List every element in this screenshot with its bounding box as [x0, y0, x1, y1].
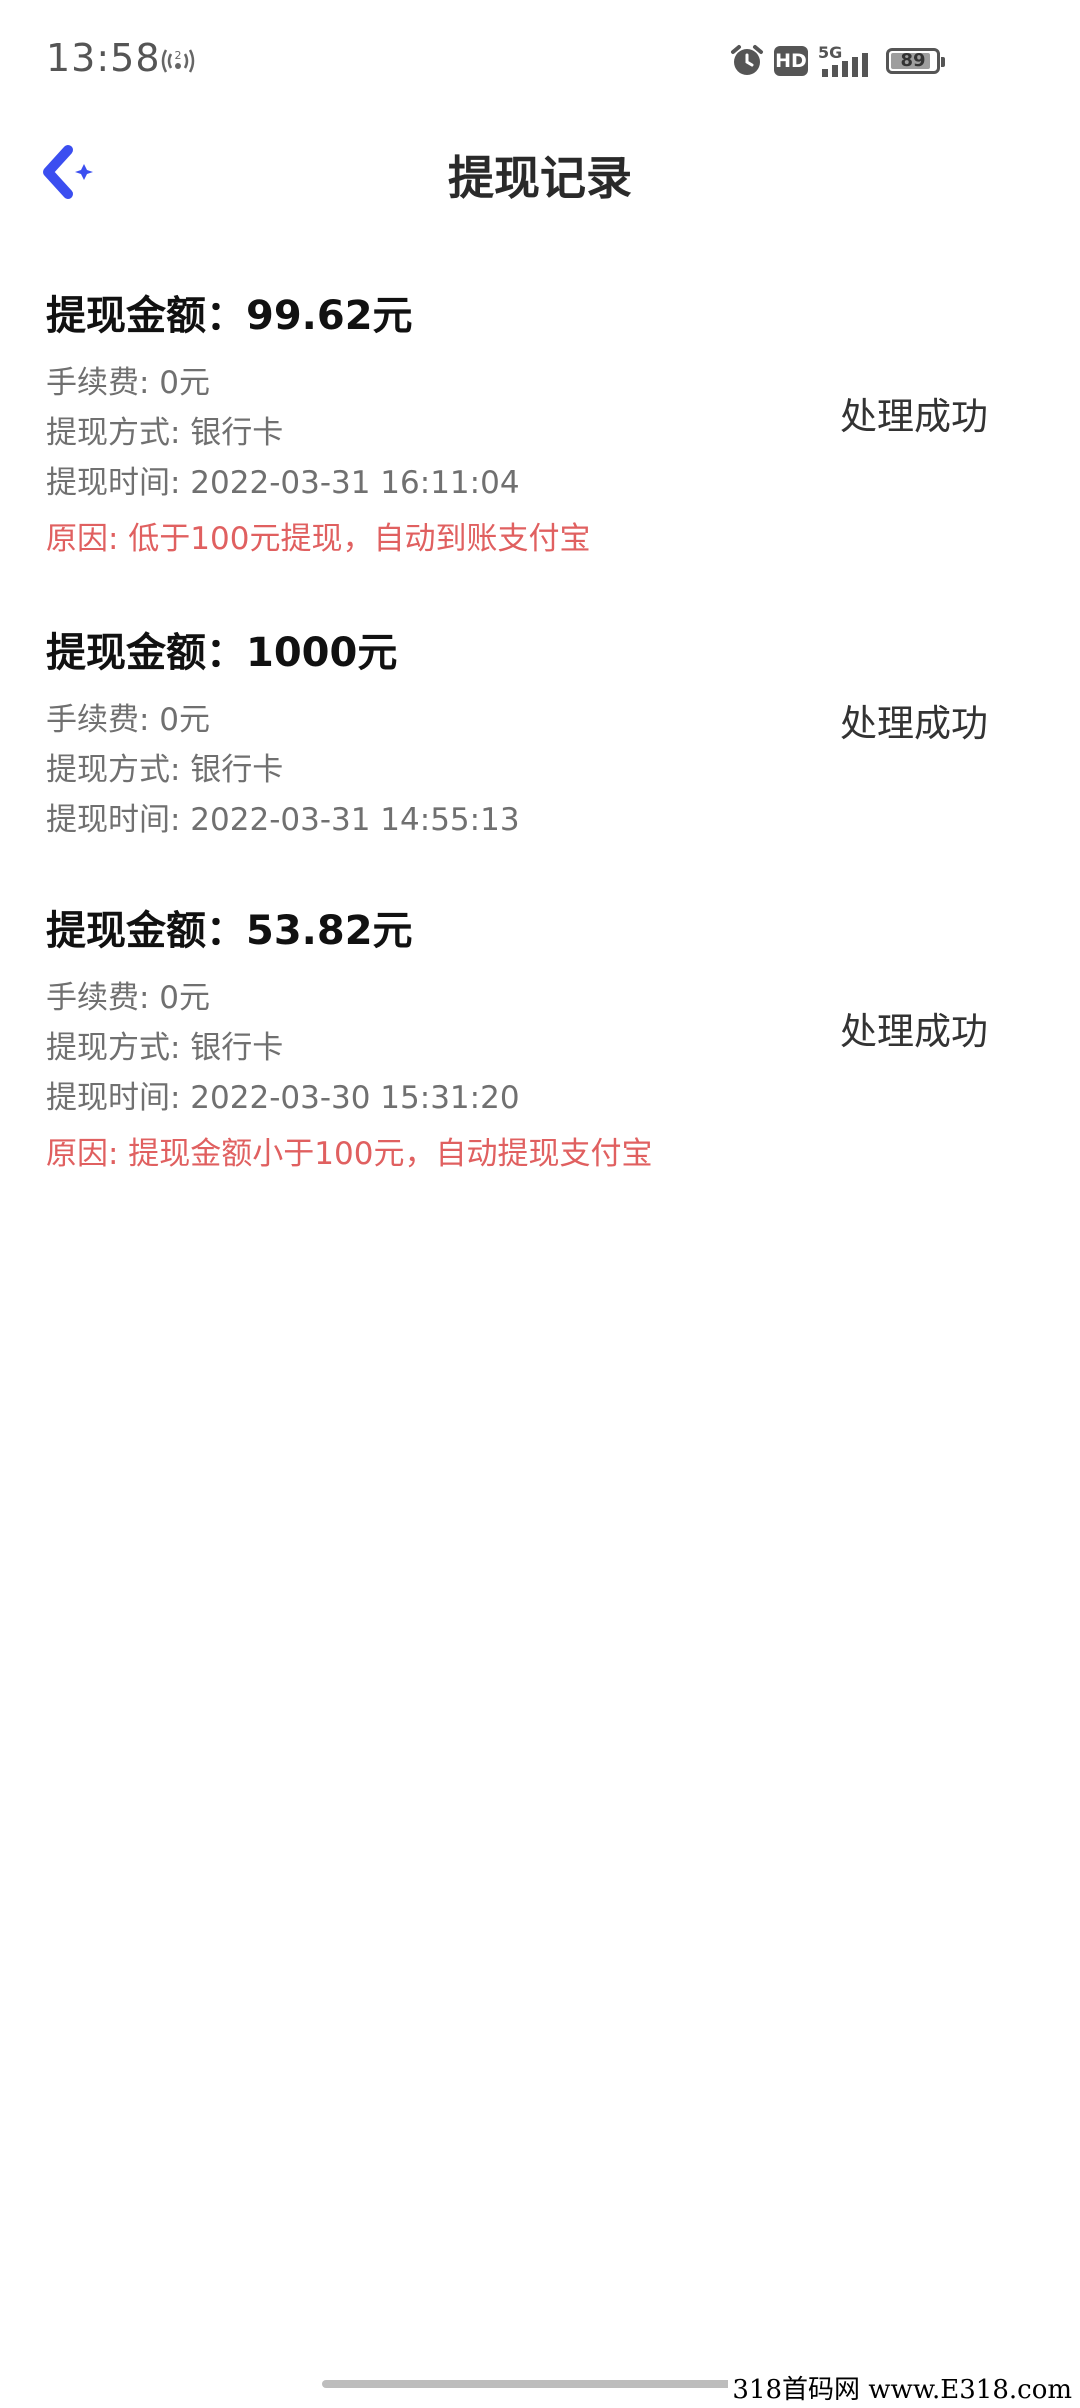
withdrawal-record: 提现金额：53.82元 手续费: 0元 提现方式: 银行卡 提现时间: 2022… [46, 903, 1006, 1179]
watermark: 318首码网 www.E318.com [728, 2369, 1076, 2406]
record-status: 处理成功 [840, 395, 988, 438]
withdrawal-record: 提现金额：1000元 手续费: 0元 提现方式: 银行卡 提现时间: 2022-… [46, 625, 1006, 845]
record-reason: 原因: 低于100元提现，自动到账支付宝 [46, 521, 591, 557]
hd-icon: HD [774, 46, 808, 76]
withdrawal-record: 提现金额：99.62元 手续费: 0元 提现方式: 银行卡 提现时间: 2022… [46, 288, 1006, 564]
hotspot-icon: 2 [161, 49, 195, 73]
record-time: 提现时间: 2022-03-31 16:11:04 [46, 465, 520, 501]
signal-icon: 5G [818, 43, 868, 77]
status-time: 13:58 [46, 36, 161, 80]
record-reason: 原因: 提现金额小于100元，自动提现支付宝 [46, 1136, 653, 1172]
page-title: 提现记录 [448, 151, 632, 205]
battery-cap [941, 57, 945, 67]
svg-text:2: 2 [175, 49, 182, 62]
record-method: 提现方式: 银行卡 [46, 752, 284, 788]
record-amount: 提现金额：99.62元 [46, 293, 413, 339]
nav-header: 提现记录 [0, 120, 1080, 220]
record-time: 提现时间: 2022-03-31 14:55:13 [46, 802, 520, 838]
record-status: 处理成功 [840, 702, 988, 745]
alarm-icon [731, 45, 763, 75]
battery-level: 89 [900, 50, 926, 71]
home-indicator[interactable] [322, 2380, 758, 2388]
record-time: 提现时间: 2022-03-30 15:31:20 [46, 1080, 520, 1116]
battery-icon: 89 [886, 48, 945, 74]
record-status: 处理成功 [840, 1010, 988, 1053]
network-label: 5G [818, 43, 842, 62]
record-amount: 提现金额：1000元 [46, 630, 398, 676]
status-icons: HD 5G 89 [730, 40, 945, 82]
status-bar: 13:58 2 HD 5G 89 [0, 0, 1080, 120]
record-amount: 提现金额：53.82元 [46, 908, 413, 954]
